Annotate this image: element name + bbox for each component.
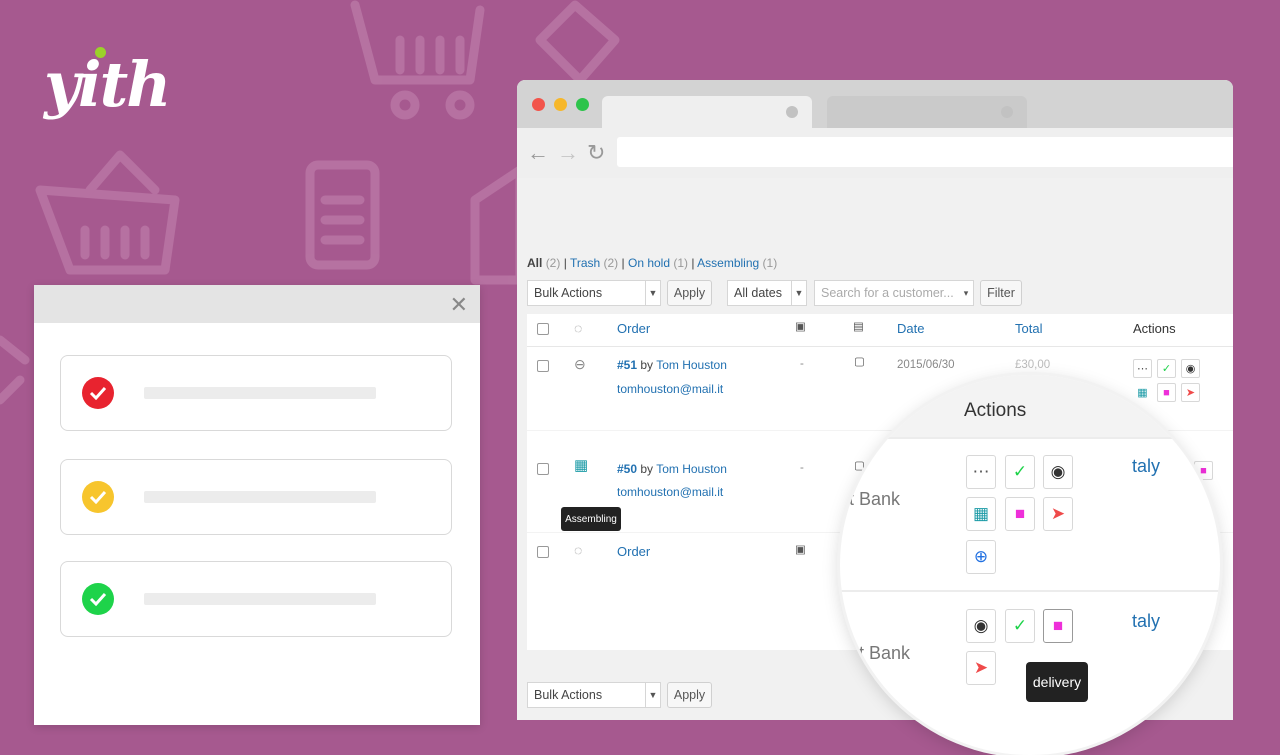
order-link[interactable]: #51 by Tom Houston [617,358,727,372]
note-icon: ▢ [854,356,865,368]
reload-icon[interactable]: ↻ [587,140,605,166]
column-order[interactable]: Order [617,321,650,336]
browser-tab[interactable] [827,96,1027,128]
close-icon[interactable]: ✕ [450,292,468,318]
checklist-item-success[interactable] [60,561,452,637]
yith-logo: yith [44,48,171,121]
row-checkbox[interactable] [537,360,549,372]
shipping-column-icon: ▣ [795,544,806,556]
check-icon [82,583,114,615]
bulk-actions-select[interactable]: Bulk Actions ▼ [527,280,661,306]
column-order-footer[interactable]: Order [617,544,650,559]
placeholder-bar [144,593,376,605]
customer-search-input[interactable]: Search for a customer... ▾ [814,280,974,306]
payment-method: ct Bank [840,489,901,509]
apply-button[interactable]: Apply [667,280,712,306]
browser-tab-active[interactable] [602,96,812,128]
maximize-window-button[interactable] [576,98,589,111]
magnifier-lens: Actions ct Bank taly ⋯ ✓ ◉ ▦ ■ ➤ ⊕ ect B… [840,375,1220,755]
shipping-value: - [800,462,804,474]
delivery-action-icon[interactable]: ■ [1005,497,1035,531]
dates-select[interactable]: All dates ▼ [727,280,807,306]
order-date: 2015/06/30 [897,359,955,371]
note-icon: ▢ [854,460,865,472]
row-checkbox[interactable] [537,463,549,475]
notes-column-icon: ▤ [853,321,864,333]
country: taly [1132,611,1161,631]
assembling-status-icon: ▦ [574,457,589,474]
close-window-button[interactable] [532,98,545,111]
shipping-column-icon: ▣ [795,321,806,333]
dialog-header: ✕ [34,285,480,323]
apply-button-bottom[interactable]: Apply [667,682,712,708]
view-action-icon[interactable]: ◉ [966,609,996,643]
placeholder-bar [144,387,376,399]
more-actions-icon[interactable]: ⋯ [966,455,996,489]
bulk-actions-select-bottom[interactable]: Bulk Actions ▼ [527,682,661,708]
back-arrow-icon[interactable]: ← [527,140,549,166]
status-filters: All (2) | Trash (2) | On hold (1) | Asse… [527,256,778,270]
processing-action-icon[interactable]: ⊕ [966,540,996,574]
actions-heading: Actions [964,400,1027,421]
checklist-item-error[interactable] [60,355,452,431]
assembling-tooltip: Assembling [561,507,621,531]
customer-email[interactable]: tomhouston@mail.it [617,382,723,396]
filter-all[interactable]: All [527,256,542,270]
delivery-action-icon[interactable]: ■ [1043,609,1073,643]
forward-arrow-icon[interactable]: → [557,140,579,166]
select-all-checkbox[interactable] [537,323,549,335]
check-icon [82,481,114,513]
browser-titlebar [517,80,1233,128]
send-action-icon[interactable]: ➤ [966,651,996,685]
placeholder-bar [144,491,376,503]
filter-button[interactable]: Filter [980,280,1022,306]
status-column-icon: ◌ [574,320,583,336]
payment-method: ect Bank [840,643,911,663]
column-actions: Actions [1133,321,1176,336]
checklist-item-warning[interactable] [60,459,452,535]
complete-action-icon[interactable]: ✓ [1005,609,1035,643]
status-column-icon: ◌ [574,542,583,558]
check-icon [82,377,114,409]
column-total[interactable]: Total [1015,321,1042,336]
browser-navbar: ← → ↻ [517,128,1233,178]
assembling-action-icon[interactable]: ▦ [966,497,996,531]
column-date[interactable]: Date [897,321,924,336]
send-action-icon[interactable]: ➤ [1043,497,1073,531]
order-total: £30,00 [1015,359,1051,371]
country: taly [1132,456,1161,476]
filter-assembling[interactable]: Assembling [697,256,759,270]
checklist-dialog: ✕ [34,285,480,725]
complete-action-icon[interactable]: ✓ [1005,455,1035,489]
select-all-checkbox[interactable] [537,546,549,558]
on-hold-status-icon: ⊖ [574,356,586,372]
filter-on-hold[interactable]: On hold [628,256,670,270]
filter-trash[interactable]: Trash [570,256,600,270]
customer-email[interactable]: tomhouston@mail.it [617,485,723,499]
address-bar[interactable] [617,137,1233,167]
shipping-value: - [800,358,804,370]
delivery-tooltip: delivery [1026,662,1088,702]
minimize-window-button[interactable] [554,98,567,111]
order-link[interactable]: #50 by Tom Houston [617,462,727,476]
view-action-icon[interactable]: ◉ [1043,455,1073,489]
